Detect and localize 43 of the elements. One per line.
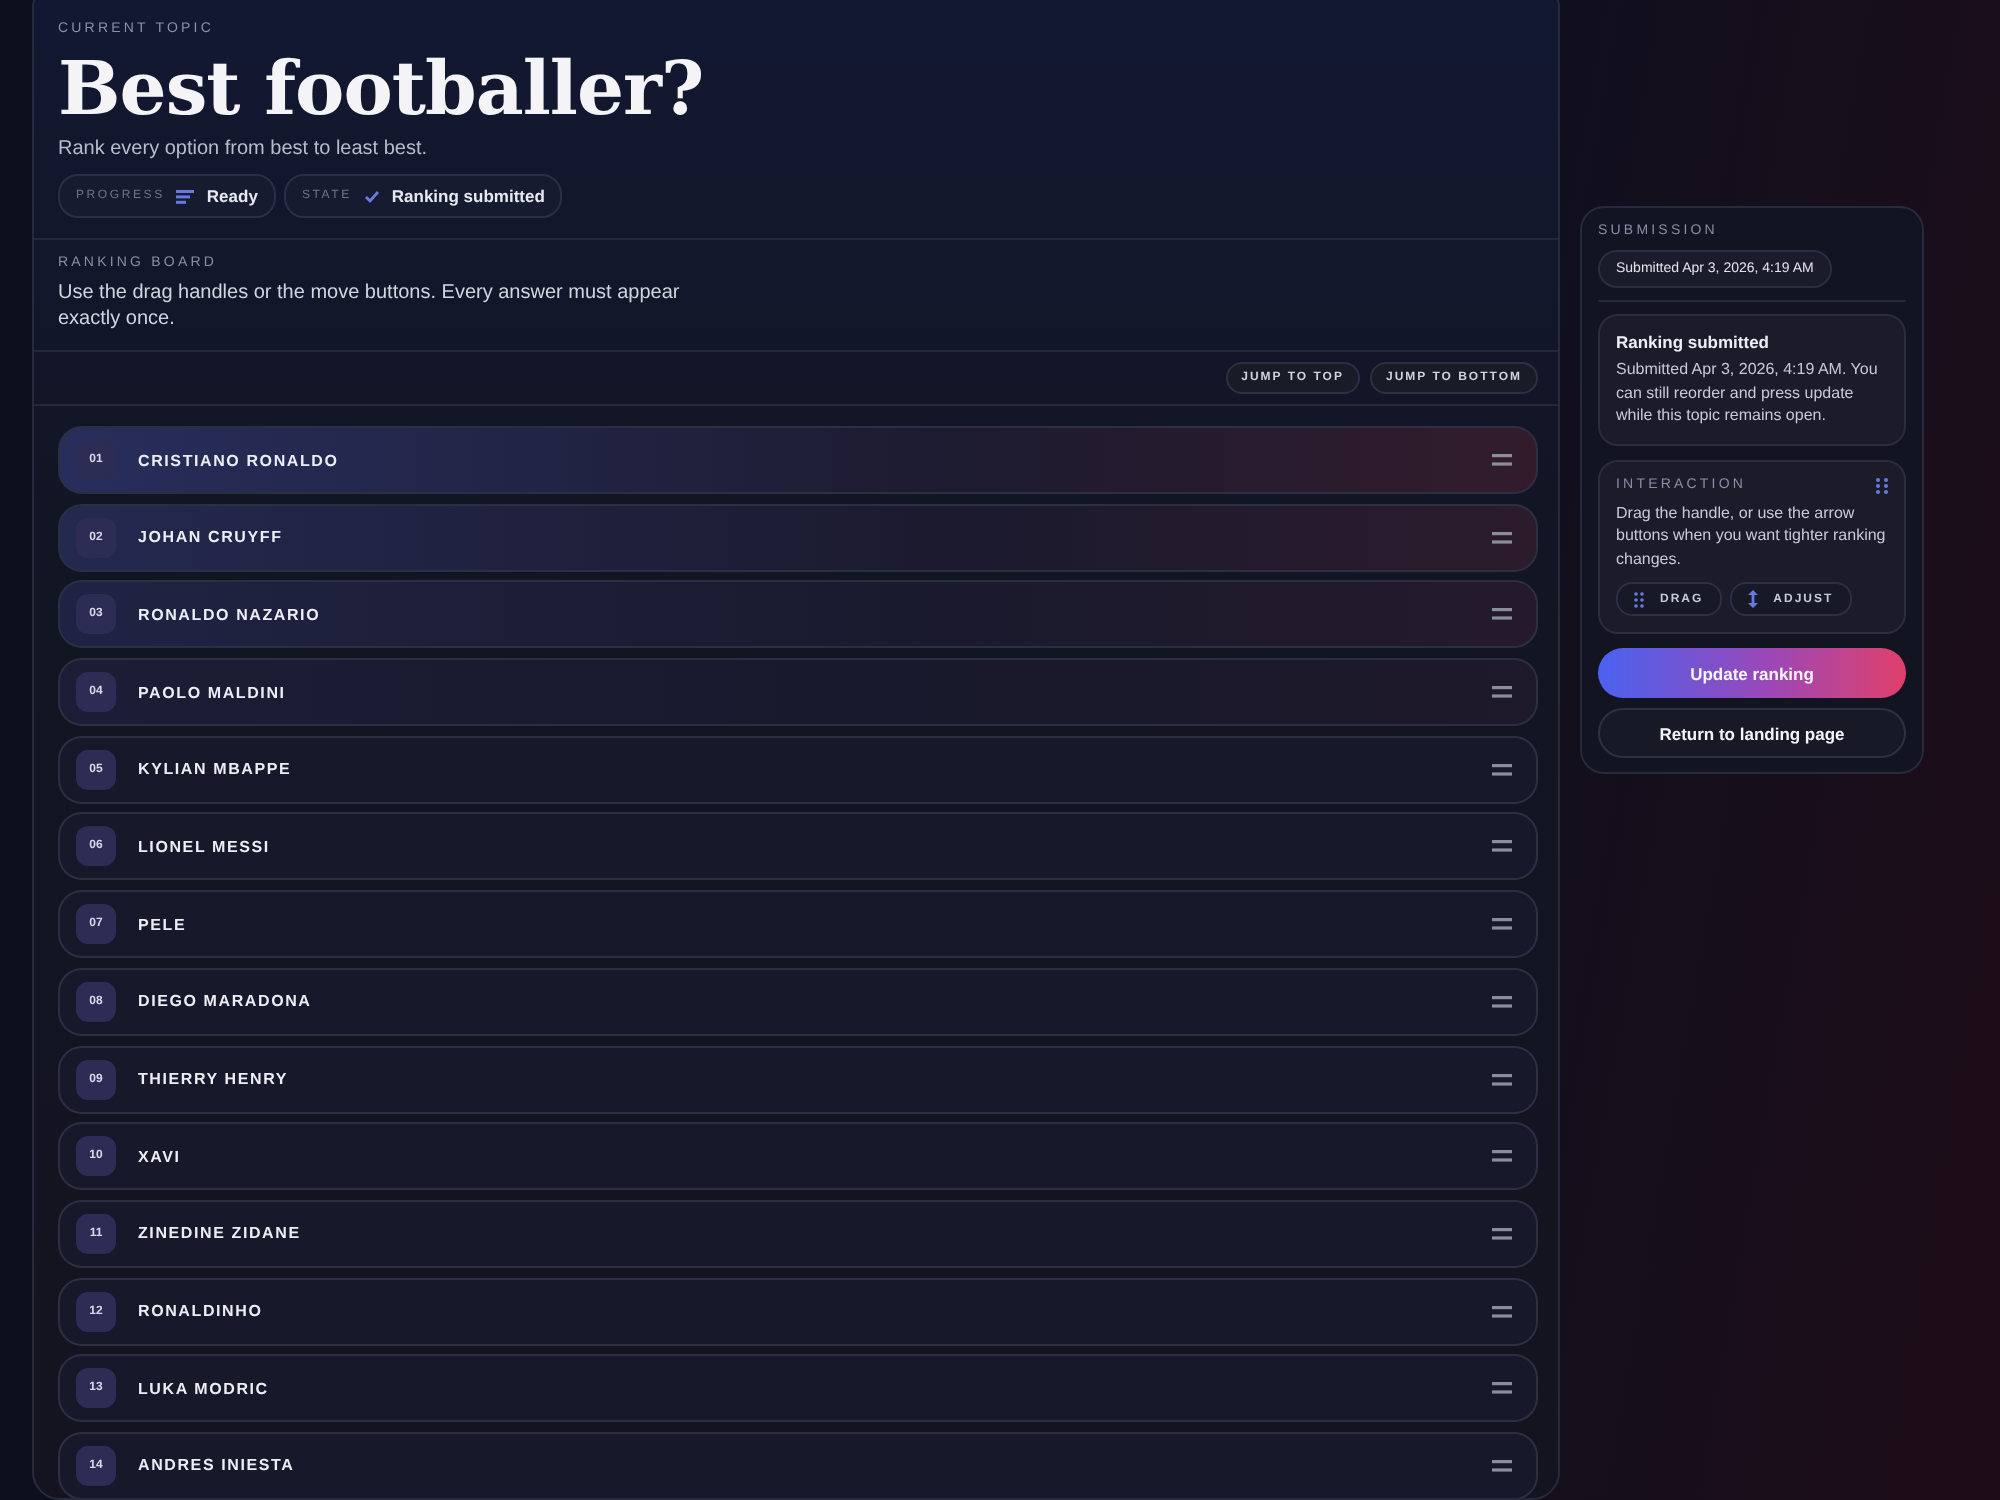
- drag-handle-icon[interactable]: [1492, 454, 1512, 466]
- player-name: ANDRES INIESTA: [138, 1456, 295, 1475]
- return-button[interactable]: Return to landing page: [1598, 708, 1906, 758]
- drag-handle-icon[interactable]: [1492, 686, 1512, 699]
- description: Use the drag handles or the move buttons. Every answer must appear exactly once.: [58, 280, 682, 332]
- player-name: XAVI: [138, 1147, 181, 1166]
- drag-handle-icon[interactable]: [1492, 1150, 1512, 1163]
- drag-handle-icon[interactable]: [1492, 1382, 1512, 1395]
- player-name: ZINEDINE ZIDANE: [138, 1224, 301, 1243]
- drag-handle-icon[interactable]: [1492, 918, 1512, 931]
- update-ranking-button[interactable]: Update ranking: [1598, 648, 1906, 698]
- player-name: RONALDINHO: [138, 1302, 263, 1321]
- player-name: KYLIAN MBAPPE: [138, 760, 292, 779]
- drag-handle-icon[interactable]: [1492, 1305, 1512, 1318]
- player-name: DIEGO MARADONA: [138, 992, 312, 1011]
- interaction-text: Drag the handle, or use the arrow buttons when you want tighter ranking changes.: [1616, 501, 1888, 570]
- drag-handle-icon[interactable]: [1492, 531, 1512, 544]
- grip-icon: [1634, 591, 1644, 607]
- check-icon: [363, 189, 380, 203]
- drag-handle-icon[interactable]: [1492, 995, 1512, 1008]
- chip-value: Ready: [206, 186, 258, 206]
- page-title: Best footballer?: [58, 48, 706, 128]
- player-name: RONALDO NAZARIO: [138, 605, 321, 624]
- drag-handle-icon[interactable]: [1492, 1073, 1512, 1085]
- drag-handle-icon[interactable]: [1492, 763, 1512, 776]
- player-name: JOHAN CRUYFF: [138, 528, 283, 547]
- player-name: PELE: [138, 915, 187, 934]
- drag-handle-icon[interactable]: [1492, 1227, 1512, 1240]
- chip-value: Ranking submitted: [391, 186, 545, 206]
- player-name: LUKA MODRIC: [138, 1379, 269, 1398]
- subtitle: Rank every option from best to least best.: [58, 138, 430, 160]
- notice-title: Ranking submitted: [1616, 332, 1772, 352]
- drag-handle-icon[interactable]: [1492, 608, 1512, 621]
- player-name: CRISTIANO RONALDO: [138, 451, 339, 469]
- lines-icon: [176, 189, 195, 203]
- drag-handle-icon[interactable]: [1492, 840, 1512, 853]
- player-name: PAOLO MALDINI: [138, 683, 286, 702]
- player-name: THIERRY HENRY: [138, 1070, 289, 1088]
- up-down-arrow-icon: [1747, 590, 1758, 608]
- notice-text: Submitted Apr 3, 2026, 4:19 AM. You can still reorder and press update while this topic remains open.: [1616, 358, 1880, 427]
- drag-handle-icon[interactable]: [1492, 1459, 1512, 1472]
- grip-icon: [1876, 477, 1888, 493]
- player-name: LIONEL MESSI: [138, 837, 270, 856]
